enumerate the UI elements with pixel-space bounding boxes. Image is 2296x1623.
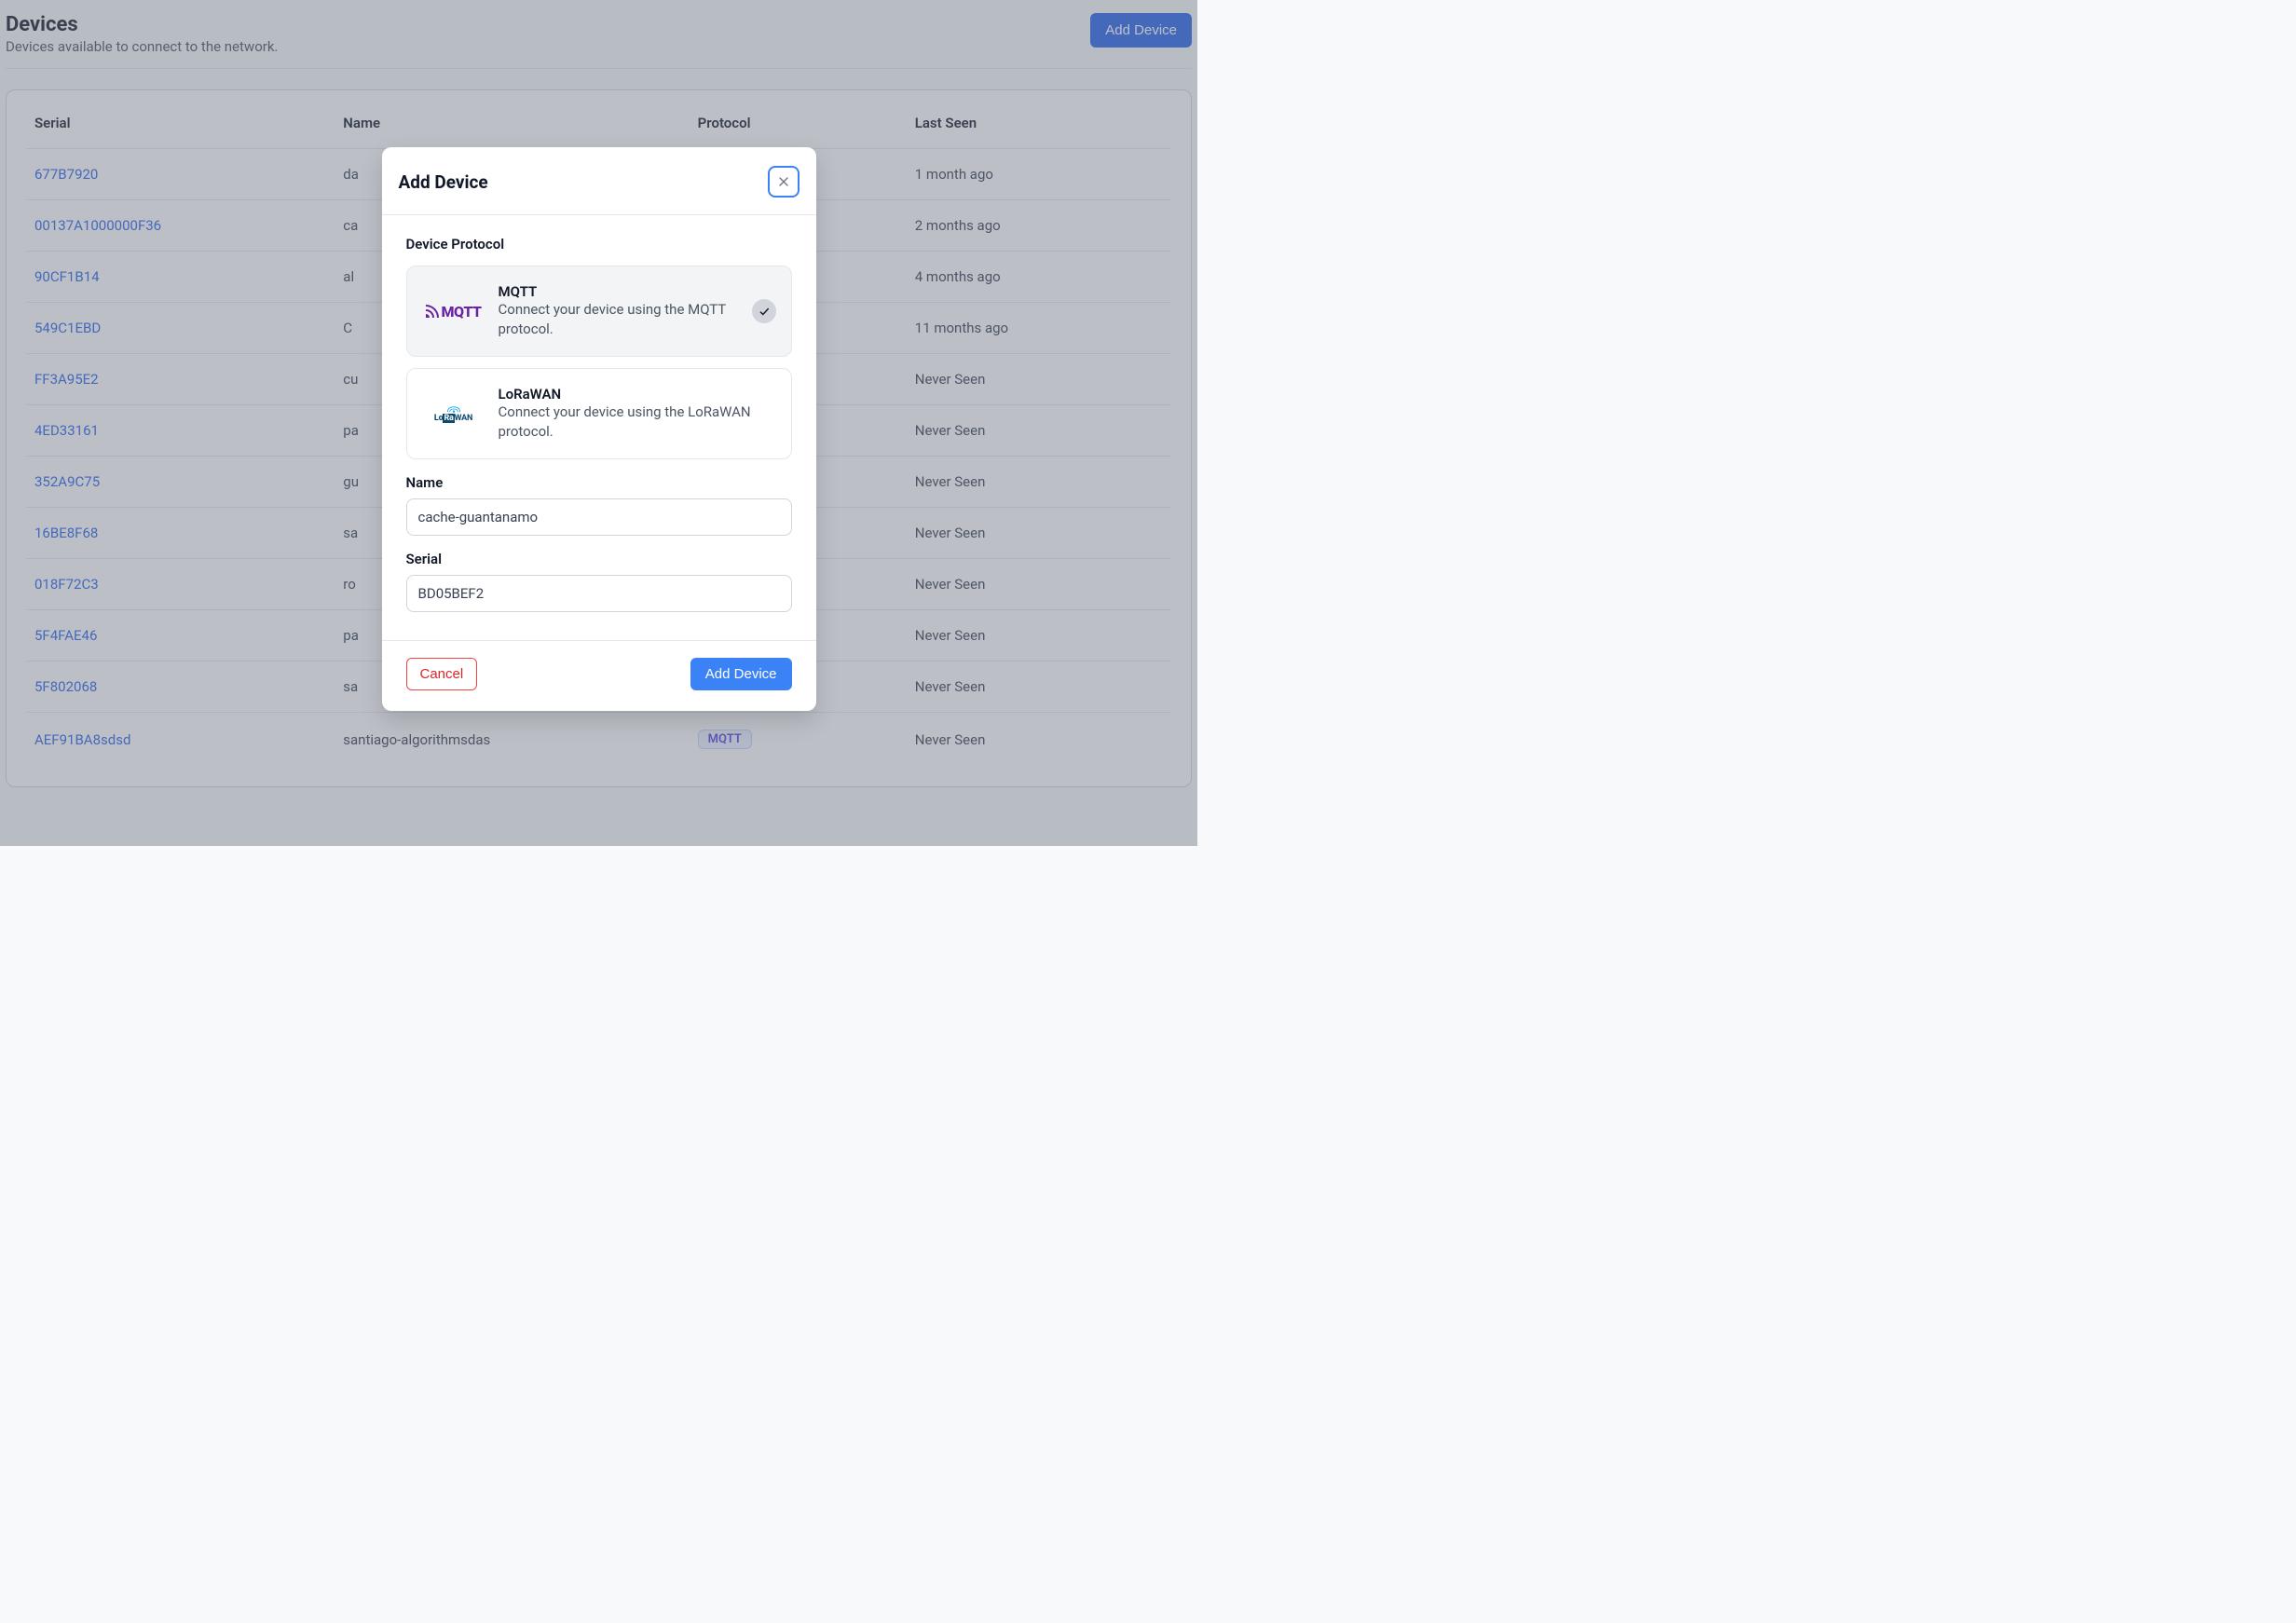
confirm-add-device-button[interactable]: Add Device <box>690 658 792 690</box>
cancel-button[interactable]: Cancel <box>406 658 478 690</box>
modal-header: Add Device <box>382 147 816 215</box>
add-device-modal: Add Device Device Protocol MQTT MQTT Con… <box>382 147 816 711</box>
protocol-title: LoRaWAN <box>499 386 776 402</box>
modal-title: Add Device <box>399 171 488 193</box>
mqtt-logo-text: MQTT <box>442 303 482 321</box>
serial-field-label: Serial <box>406 551 792 567</box>
protocol-option-lorawan[interactable]: LoRaWAN LoRaWAN Connect your device usin… <box>406 368 792 459</box>
lorawan-logo-icon: LoRaWAN <box>424 404 484 423</box>
mqtt-logo-icon: MQTT <box>424 303 484 321</box>
name-input[interactable] <box>406 498 792 536</box>
modal-footer: Cancel Add Device <box>382 640 816 711</box>
protocol-label: Device Protocol <box>406 236 792 252</box>
selected-check-icon <box>752 299 776 323</box>
protocol-desc: Connect your device using the MQTT proto… <box>499 300 737 339</box>
protocol-desc: Connect your device using the LoRaWAN pr… <box>499 402 776 442</box>
close-button[interactable] <box>768 166 800 198</box>
close-icon <box>776 174 791 189</box>
serial-input[interactable] <box>406 575 792 612</box>
protocol-title: MQTT <box>499 283 737 300</box>
protocol-option-mqtt[interactable]: MQTT MQTT Connect your device using the … <box>406 266 792 357</box>
protocol-text: LoRaWAN Connect your device using the Lo… <box>499 386 776 442</box>
modal-body: Device Protocol MQTT MQTT Connect your d… <box>382 215 816 616</box>
protocol-text: MQTT Connect your device using the MQTT … <box>499 283 737 339</box>
name-field-label: Name <box>406 474 792 491</box>
